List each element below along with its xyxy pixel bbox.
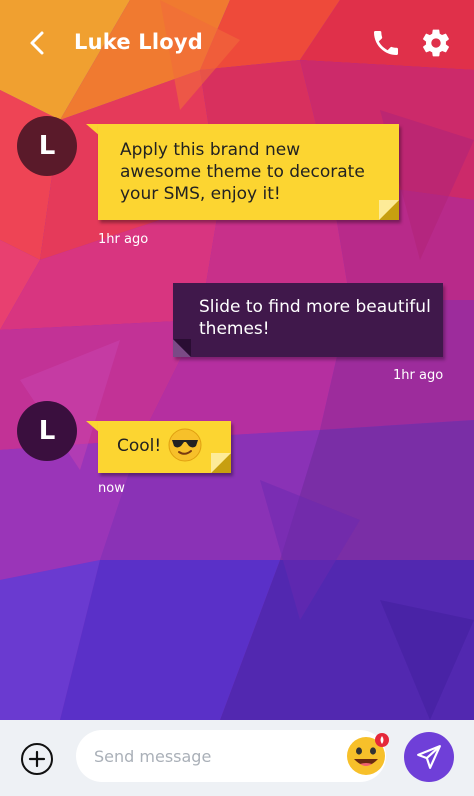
bubble-fold-corner xyxy=(173,339,191,357)
plus-circle-icon[interactable] xyxy=(20,742,54,776)
chevron-left-icon[interactable] xyxy=(22,28,52,58)
polygon-background xyxy=(0,0,474,720)
message-timestamp: now xyxy=(98,481,125,496)
bubble-fold-corner xyxy=(379,200,399,220)
message-text: Apply this brand new awesome theme to de… xyxy=(120,140,365,204)
avatar[interactable]: L xyxy=(17,116,77,176)
bubble-tail xyxy=(429,343,443,357)
gear-icon[interactable] xyxy=(420,27,452,59)
message-text: Cool! xyxy=(117,436,162,456)
message-input-container xyxy=(76,730,386,782)
send-button[interactable] xyxy=(404,732,454,782)
bubble-fold-corner xyxy=(211,453,231,473)
chat-header: Luke Lloyd xyxy=(0,0,474,88)
avatar[interactable]: L xyxy=(17,401,77,461)
phone-icon[interactable] xyxy=(370,27,402,59)
message-bubble-outgoing[interactable]: Slide to find more beautiful themes! xyxy=(173,283,443,357)
paper-plane-icon xyxy=(417,745,441,769)
message-timestamp: 1hr ago xyxy=(98,232,149,247)
message-text: Slide to find more beautiful themes! xyxy=(199,297,431,339)
sunglasses-emoji-icon xyxy=(168,428,202,462)
message-composer xyxy=(0,720,474,796)
message-bubble-incoming[interactable]: Apply this brand new awesome theme to de… xyxy=(98,124,399,220)
smiley-sticker-icon[interactable] xyxy=(346,732,390,776)
contact-name: Luke Lloyd xyxy=(74,30,204,54)
message-timestamp: 1hr ago xyxy=(393,368,444,383)
message-input[interactable] xyxy=(94,740,344,772)
